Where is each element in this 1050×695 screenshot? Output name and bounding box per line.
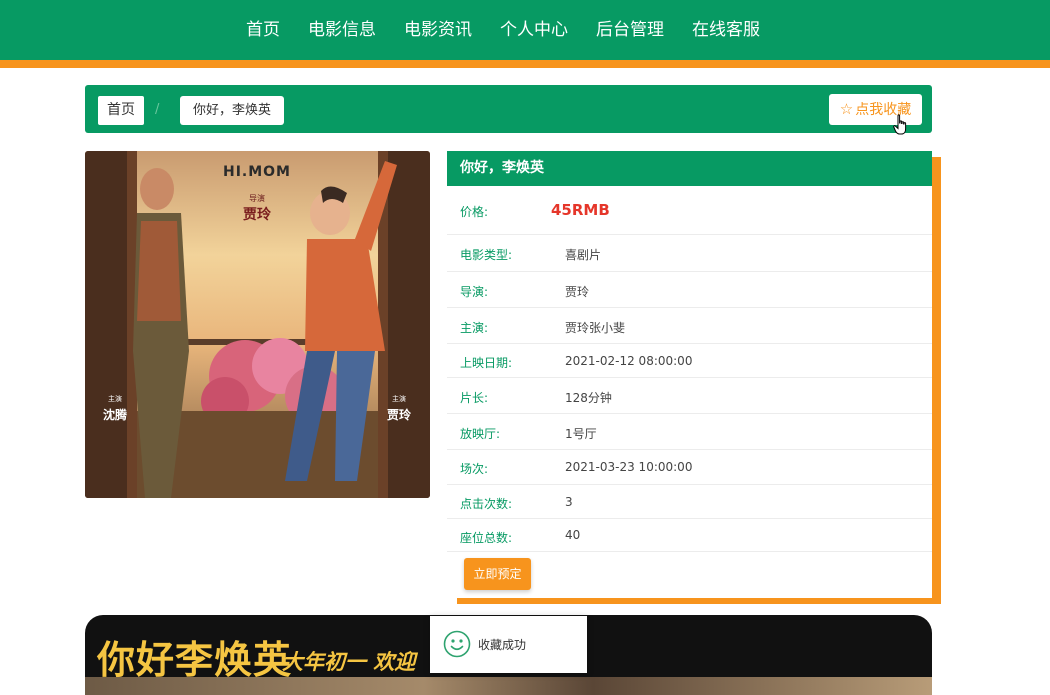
nav-item-user-center[interactable]: 个人中心 — [500, 19, 568, 41]
nav-item-home[interactable]: 首页 — [246, 19, 280, 41]
detail-row-label: 上映日期: — [460, 356, 513, 370]
detail-row: 场次: 2021-03-23 10:00:00 — [447, 450, 932, 485]
detail-row-value: 40 — [565, 528, 581, 542]
movie-title: 你好，李焕英 — [447, 151, 932, 186]
detail-row: 座位总数: 40 — [447, 519, 932, 552]
detail-row-label: 主演: — [460, 321, 489, 335]
detail-row-value: 1号厅 — [565, 427, 597, 441]
breadcrumb-home-link[interactable]: 首页 — [98, 96, 144, 125]
book-now-button[interactable]: 立即预定 — [464, 558, 531, 590]
hand-cursor-icon — [893, 114, 907, 135]
star-outline-icon: ☆ — [839, 100, 854, 118]
nav-item-movie-info[interactable]: 电影信息 — [308, 19, 376, 41]
breadcrumb-current: 你好，李焕英 — [180, 96, 285, 125]
detail-row-value: 2021-02-12 08:00:00 — [565, 354, 693, 368]
breadcrumb-separator: / — [155, 102, 160, 117]
detail-row-value: 贾玲张小斐 — [565, 321, 626, 335]
nav-item-admin[interactable]: 后台管理 — [596, 19, 664, 41]
price-value: 45RMB — [551, 201, 610, 219]
detail-row-label: 导演: — [460, 285, 489, 299]
detail-row-label: 点击次数: — [460, 497, 513, 511]
movie-detail-panel: 你好，李焕英 价格: 45RMB 电影类型: 喜剧片 导演: 贾玲 主演: 贾玲… — [447, 151, 932, 598]
poster-right-star-caption: 主演 — [392, 394, 406, 403]
banner-title: 你好李焕英 — [97, 637, 293, 682]
detail-row-label: 电影类型: — [460, 248, 513, 262]
smile-icon — [443, 630, 471, 658]
detail-row-value: 3 — [565, 495, 573, 509]
price-row: 价格: 45RMB — [447, 186, 932, 235]
poster-director-name: 贾玲 — [243, 206, 272, 223]
poster-left-star-caption: 主演 — [108, 394, 122, 403]
poster-english-title: HI.MOM — [223, 164, 291, 180]
nav-menu: 首页 电影信息 电影资讯 个人中心 后台管理 在线客服 — [246, 19, 760, 41]
nav-item-movie-news[interactable]: 电影资讯 — [404, 19, 472, 41]
poster-right-star-name: 贾玲 — [387, 407, 412, 422]
detail-row: 导演: 贾玲 — [447, 272, 932, 308]
toast-message: 收藏成功 — [478, 638, 527, 652]
price-label: 价格: — [460, 205, 489, 219]
detail-row-label: 场次: — [460, 462, 489, 476]
detail-row: 主演: 贾玲张小斐 — [447, 308, 932, 344]
detail-row: 电影类型: 喜剧片 — [447, 235, 932, 272]
poster-illustration: HI.MOM 导演 贾玲 主演 沈腾 主演 贾玲 — [85, 151, 430, 498]
detail-row-label: 片长: — [460, 391, 489, 405]
nav-item-online-support[interactable]: 在线客服 — [692, 19, 760, 41]
detail-row-value: 128分钟 — [565, 391, 612, 405]
banner-subtitle: 大年初一 欢迎 — [282, 650, 416, 674]
poster-director-caption: 导演 — [249, 193, 265, 203]
detail-row-value: 贾玲 — [565, 285, 590, 299]
detail-row: 片长: 128分钟 — [447, 378, 932, 414]
detail-row-value: 2021-03-23 10:00:00 — [565, 460, 693, 474]
top-navbar: 首页 电影信息 电影资讯 个人中心 后台管理 在线客服 — [0, 0, 1050, 68]
detail-row: 放映厅: 1号厅 — [447, 414, 932, 450]
detail-row-label: 放映厅: — [460, 427, 501, 441]
poster-left-star-name: 沈腾 — [103, 407, 128, 422]
movie-poster: HI.MOM 导演 贾玲 主演 沈腾 主演 贾玲 — [85, 151, 430, 498]
detail-row-value: 喜剧片 — [565, 248, 602, 262]
detail-row: 上映日期: 2021-02-12 08:00:00 — [447, 344, 932, 378]
detail-row-label: 座位总数: — [460, 531, 513, 545]
toast-notification: 收藏成功 — [430, 616, 587, 673]
breadcrumb: 首页 / 你好，李焕英 ☆ 点我收藏 — [85, 85, 932, 133]
detail-row: 点击次数: 3 — [447, 485, 932, 519]
